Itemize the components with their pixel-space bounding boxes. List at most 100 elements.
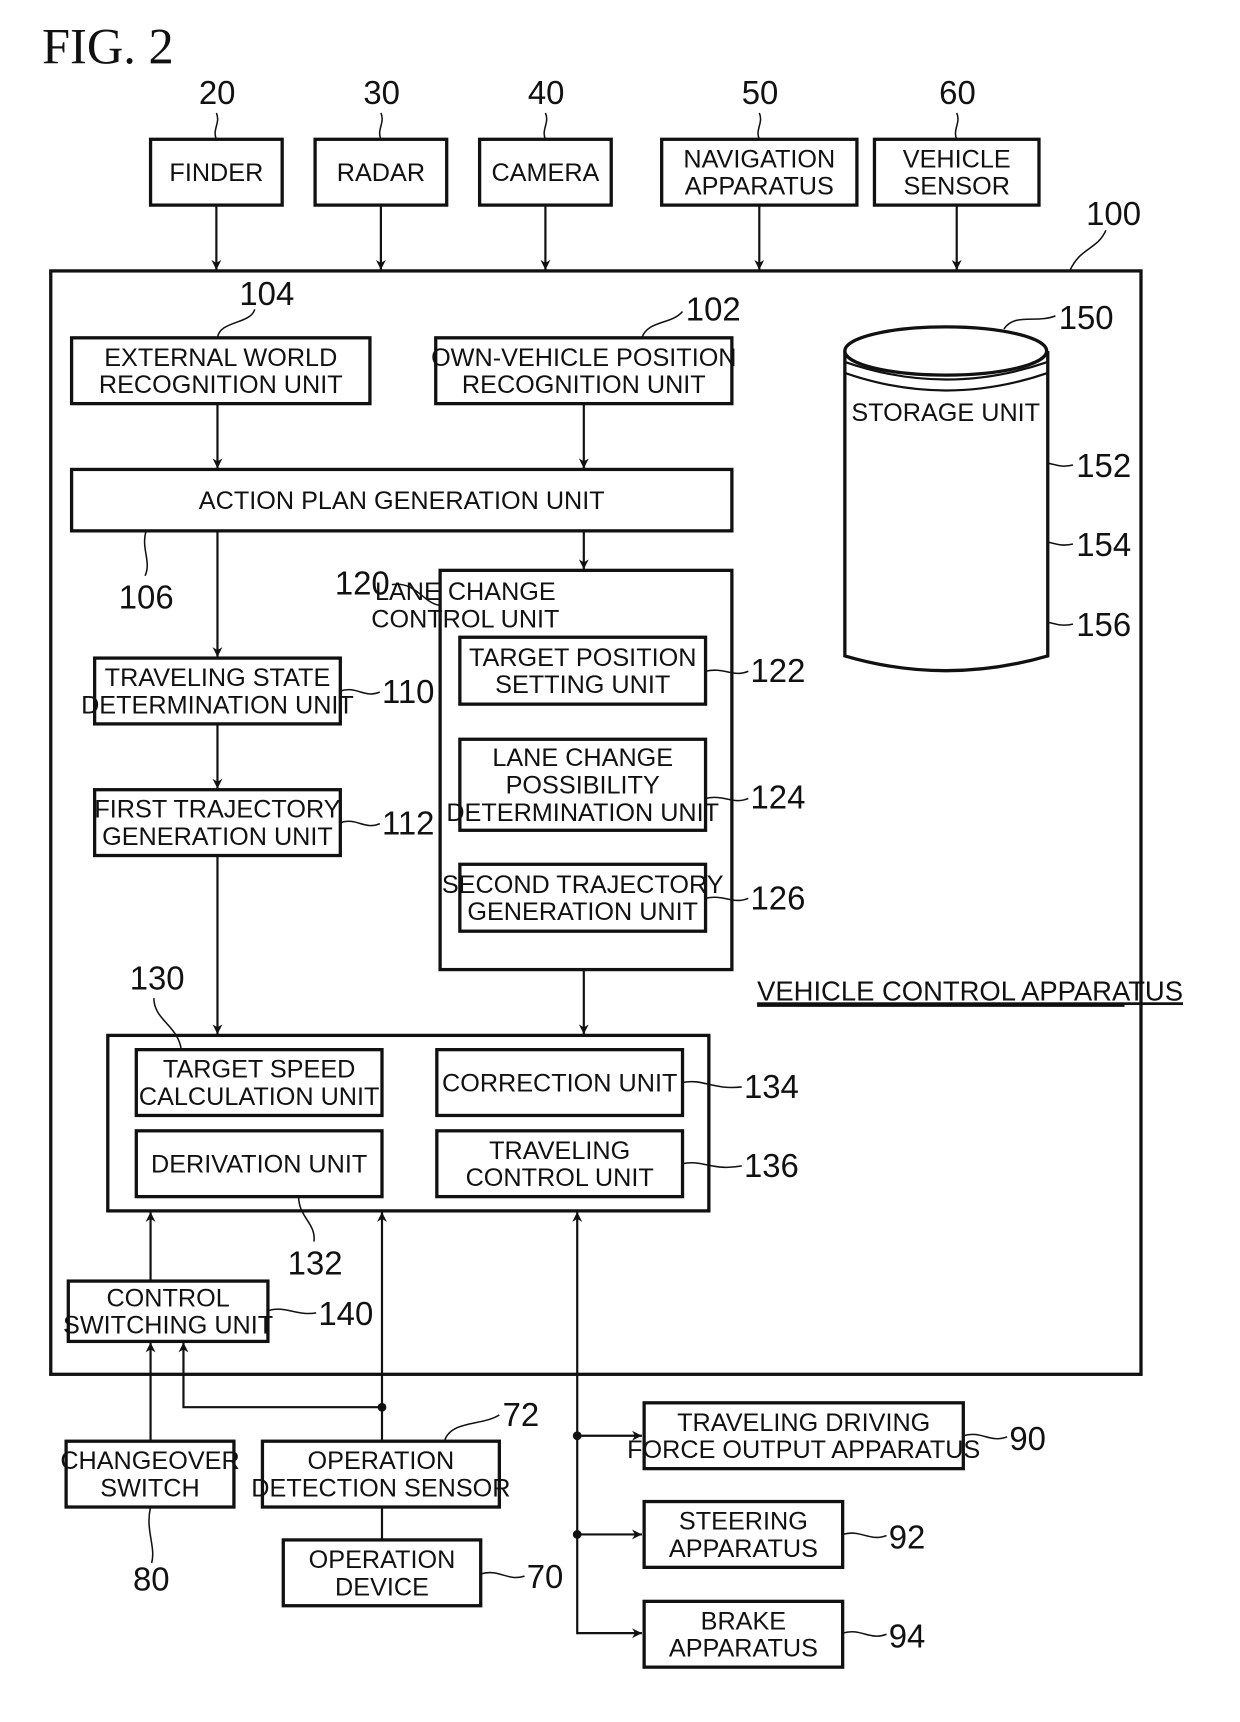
vehicle-sensor-box-label-line: SENSOR bbox=[903, 173, 1010, 201]
brake-apparatus-label-line: APPARATUS bbox=[669, 1635, 818, 1663]
leader-70 bbox=[480, 1571, 525, 1579]
leader-92 bbox=[842, 1532, 887, 1539]
external-world-recognition-unit-label-line: RECOGNITION UNIT bbox=[99, 371, 343, 399]
traveling-driving-force-output-apparatus-label-line: FORCE OUTPUT APPARATUS bbox=[627, 1436, 980, 1464]
external-world-recognition-unit: EXTERNAL WORLDRECOGNITION UNIT bbox=[69, 336, 372, 406]
block-diagram: FIG. 2 100 VEHICLE CONTROL APPARATUS FIN… bbox=[42, 19, 1183, 1669]
apparatus-caption: VEHICLE CONTROL APPARATUS bbox=[757, 975, 1183, 1006]
ref-map-information: 152 bbox=[1076, 447, 1131, 484]
radar-box: RADAR bbox=[313, 137, 449, 207]
operation-detection-sensor-label-line: DETECTION SENSOR bbox=[251, 1475, 510, 1503]
leader-94 bbox=[842, 1631, 887, 1637]
radar-box-label-line: RADAR bbox=[337, 159, 425, 187]
own-vehicle-position-recognition-unit-label-line: RECOGNITION UNIT bbox=[462, 371, 706, 399]
second-trajectory-generation-unit: SECOND TRAJECTORYGENERATION UNIT bbox=[442, 862, 724, 933]
target-speed-calculation-unit-label-line: CALCULATION UNIT bbox=[139, 1083, 380, 1111]
traveling-state-determination-unit-label-line: TRAVELING STATE bbox=[105, 664, 331, 692]
operation-detection-sensor: OPERATIONDETECTION SENSOR bbox=[251, 1439, 511, 1509]
ref-92: 92 bbox=[889, 1519, 926, 1556]
action-plan-generation-unit-label-line: ACTION PLAN GENERATION UNIT bbox=[199, 487, 605, 515]
storage-title: STORAGE UNIT bbox=[851, 399, 1040, 427]
first-trajectory-generation-unit-label-line: FIRST TRAJECTORY bbox=[94, 796, 340, 824]
navigation-apparatus-box: NAVIGATIONAPPARATUS bbox=[660, 137, 859, 207]
lane-change-possibility-determination-unit: LANE CHANGEPOSSIBILITYDETERMINATION UNIT bbox=[446, 737, 719, 832]
own-vehicle-position-recognition-unit-label-line: OWN-VEHICLE POSITION bbox=[431, 344, 736, 372]
leader-102 bbox=[641, 310, 684, 339]
navigation-apparatus-box-label-line: APPARATUS bbox=[685, 173, 834, 201]
leader-radar bbox=[378, 112, 383, 140]
ref-112: 112 bbox=[382, 805, 434, 842]
lane-change-control-label-line: LANE CHANGE bbox=[375, 578, 556, 606]
control-switching-unit-label-line: CONTROL bbox=[106, 1284, 229, 1312]
traveling-control-unit: TRAVELINGCONTROL UNIT bbox=[435, 1129, 685, 1199]
ref-vehicle-sensor: 60 bbox=[939, 74, 976, 111]
storage-unit: STORAGE UNIT 150 bbox=[843, 299, 1114, 673]
ref-136: 136 bbox=[744, 1147, 799, 1184]
ref-94: 94 bbox=[889, 1617, 926, 1654]
changeover-switch: CHANGEOVERSWITCH bbox=[60, 1439, 240, 1509]
ref-route-information: 154 bbox=[1076, 526, 1131, 563]
camera-box-label-line: CAMERA bbox=[491, 159, 599, 187]
lane-change-possibility-determination-unit-label-line: POSSIBILITY bbox=[506, 772, 660, 800]
leader-vehicle-sensor bbox=[954, 112, 959, 140]
leader-150 bbox=[1003, 315, 1056, 330]
control-switching-unit-label-line: SWITCHING UNIT bbox=[63, 1312, 273, 1340]
derivation-unit: DERIVATION UNIT bbox=[134, 1129, 384, 1199]
leader-112 bbox=[340, 820, 381, 827]
ref-122: 122 bbox=[751, 652, 806, 689]
leader-106 bbox=[143, 530, 149, 577]
ref-camera: 40 bbox=[528, 74, 565, 111]
operation-detection-sensor-label-line: OPERATION bbox=[308, 1447, 455, 1475]
ref-140: 140 bbox=[318, 1295, 373, 1332]
ref-100: 100 bbox=[1086, 195, 1141, 232]
lane-change-possibility-determination-unit-label-line: LANE CHANGE bbox=[492, 744, 673, 772]
lane-change-possibility-determination-unit-label-line: DETERMINATION UNIT bbox=[446, 799, 719, 827]
vehicle-sensor-box: VEHICLESENSOR bbox=[872, 137, 1041, 207]
brake-apparatus: BRAKEAPPARATUS bbox=[642, 1599, 845, 1669]
operation-device-label-line: OPERATION bbox=[309, 1546, 456, 1574]
ref-124: 124 bbox=[751, 778, 806, 815]
ref-70: 70 bbox=[527, 1558, 564, 1595]
navigation-apparatus-box-label-line: NAVIGATION bbox=[683, 145, 835, 173]
ref-110: 110 bbox=[382, 673, 434, 710]
target-position-setting-unit-label-line: SETTING UNIT bbox=[495, 671, 670, 699]
correction-unit-label-line: CORRECTION UNIT bbox=[442, 1069, 677, 1097]
ref-navigation-apparatus: 50 bbox=[742, 74, 779, 111]
leader-navigation-apparatus bbox=[757, 112, 762, 140]
traveling-driving-force-output-apparatus-label-line: TRAVELING DRIVING bbox=[677, 1409, 930, 1437]
ref-action-plan-information: 156 bbox=[1076, 606, 1131, 643]
traveling-driving-force-output-apparatus: TRAVELING DRIVINGFORCE OUTPUT APPARATUS bbox=[627, 1401, 980, 1471]
leader-camera bbox=[543, 112, 548, 140]
traveling-control-unit-label-line: TRAVELING bbox=[489, 1137, 630, 1165]
steering-apparatus: STEERINGAPPARATUS bbox=[642, 1499, 845, 1569]
second-trajectory-generation-unit-label-line: SECOND TRAJECTORY bbox=[442, 871, 724, 899]
control-switching-unit: CONTROLSWITCHING UNIT bbox=[63, 1279, 273, 1344]
ref-134: 134 bbox=[744, 1068, 799, 1105]
vehicle-sensor-box-label-line: VEHICLE bbox=[903, 145, 1011, 173]
ref-radar: 30 bbox=[363, 74, 400, 111]
traveling-state-determination-unit: TRAVELING STATEDETERMINATION UNIT bbox=[81, 656, 354, 726]
leader-100 bbox=[1068, 230, 1107, 272]
ref-130: 130 bbox=[130, 959, 185, 996]
ref-150: 150 bbox=[1059, 299, 1114, 336]
target-position-setting-unit: TARGET POSITIONSETTING UNIT bbox=[458, 635, 708, 706]
traveling-state-determination-unit-label-line: DETERMINATION UNIT bbox=[81, 691, 354, 719]
first-trajectory-generation-unit: FIRST TRAJECTORYGENERATION UNIT bbox=[92, 788, 342, 858]
correction-unit: CORRECTION UNIT bbox=[435, 1048, 685, 1118]
target-speed-calculation-unit-label-line: TARGET SPEED bbox=[163, 1056, 355, 1084]
finder-box: FINDER bbox=[148, 137, 284, 207]
second-trajectory-generation-unit-label-line: GENERATION UNIT bbox=[467, 898, 698, 926]
leader-104 bbox=[216, 308, 256, 339]
target-speed-calculation-unit: TARGET SPEEDCALCULATION UNIT bbox=[134, 1048, 384, 1118]
first-trajectory-generation-unit-label-line: GENERATION UNIT bbox=[102, 823, 333, 851]
ref-finder: 20 bbox=[199, 74, 236, 111]
derivation-unit-label-line: DERIVATION UNIT bbox=[151, 1150, 367, 1178]
leader-140 bbox=[267, 1308, 317, 1315]
ref-90: 90 bbox=[1009, 1420, 1046, 1457]
ref-132: 132 bbox=[288, 1244, 343, 1281]
leader-finder bbox=[214, 112, 219, 140]
ref-120: 120 bbox=[335, 564, 390, 601]
figure-title: FIG. 2 bbox=[42, 19, 174, 75]
leader-72 bbox=[443, 1414, 500, 1442]
camera-box: CAMERA bbox=[477, 137, 613, 207]
